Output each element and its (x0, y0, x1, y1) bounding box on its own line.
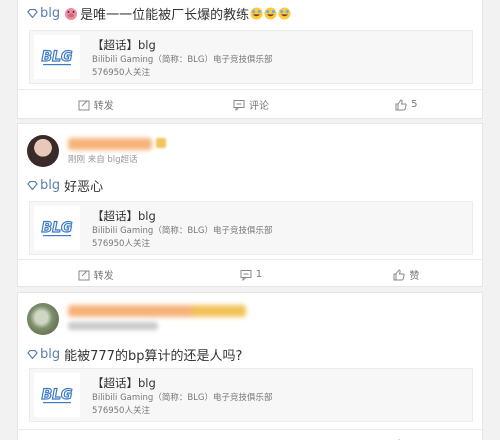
post-body: 是唯一一位能被厂长爆的教练 (80, 8, 250, 23)
avatar[interactable] (27, 303, 59, 335)
action-bar: 转发 评论 赞 (18, 429, 484, 440)
topic-card[interactable]: BLG 【超话】blg Bilibili Gaming（简称：BLG）电子竞技俱… (29, 30, 473, 84)
like-icon (393, 268, 405, 280)
laugh-cry-icon (264, 7, 277, 20)
post-text: blg 能被777的bp算计的还是人吗? (27, 345, 242, 364)
topic-followers: 576950人关注 (92, 68, 150, 78)
username[interactable] (68, 305, 246, 317)
repost-icon (78, 100, 90, 110)
repost-icon (78, 270, 90, 280)
like-button[interactable]: 5 (329, 90, 484, 119)
blg-logo: BLG (34, 35, 80, 79)
topic-tag[interactable]: blg (27, 347, 60, 362)
like-icon (395, 98, 407, 110)
blg-logo: BLG (34, 206, 80, 250)
laugh-cry-icon (250, 7, 263, 20)
comment-icon (240, 269, 252, 281)
like-button[interactable]: 赞 (329, 430, 484, 440)
laugh-cry-icon (278, 7, 291, 20)
topic-title: 【超话】blg (92, 209, 156, 223)
pig-face-icon (65, 8, 78, 20)
topic-followers: 576950人关注 (92, 239, 150, 249)
topic-card[interactable]: BLG 【超话】blg Bilibili Gaming（简称：BLG）电子竞技俱… (29, 201, 473, 255)
repost-button[interactable]: 转发 (18, 90, 173, 119)
post-text: blg 好恶心 (27, 176, 103, 195)
topic-tag[interactable]: blg (27, 178, 60, 193)
comment-button[interactable]: 评论 (173, 430, 328, 440)
repost-button[interactable]: 转发 (18, 260, 173, 289)
topic-title: 【超话】blg (92, 376, 156, 390)
comment-button[interactable]: 1 (173, 260, 328, 289)
post-meta (68, 322, 158, 330)
topic-card[interactable]: BLG 【超话】blg Bilibili Gaming（简称：BLG）电子竞技俱… (29, 368, 473, 422)
topic-tag[interactable]: blg (27, 6, 60, 21)
diamond-icon (27, 350, 38, 359)
post-body: 能被777的bp算计的还是人吗? (64, 349, 243, 364)
topic-desc: Bilibili Gaming（简称：BLG）电子竞技俱乐部 (92, 393, 273, 403)
blg-logo: BLG (34, 373, 80, 417)
svg-text:BLG: BLG (41, 49, 72, 65)
post-card-2: 刚刚 来自 blg超话 blg 好恶心 BLG 【超话】blg Bilibili… (17, 123, 484, 289)
avatar[interactable] (27, 135, 59, 167)
svg-text:BLG: BLG (41, 220, 72, 236)
post-meta: 刚刚 来自 blg超话 (68, 155, 138, 165)
diamond-icon (27, 181, 38, 190)
repost-button[interactable]: 转发 (18, 430, 173, 440)
user-badge (156, 138, 166, 148)
diamond-icon (27, 9, 38, 18)
action-bar: 转发 评论 5 (18, 89, 484, 119)
post-card-1: blg 是唯一一位能被厂长爆的教练 BLG 【超话】blg Bilibili G… (17, 0, 484, 119)
action-bar: 转发 1 赞 (18, 259, 484, 289)
comment-button[interactable]: 评论 (173, 90, 328, 119)
svg-text:BLG: BLG (41, 387, 72, 403)
comment-icon (233, 99, 245, 111)
topic-desc: Bilibili Gaming（简称：BLG）电子竞技俱乐部 (92, 55, 273, 65)
topic-followers: 576950人关注 (92, 406, 150, 416)
like-button[interactable]: 赞 (329, 260, 484, 289)
username[interactable] (68, 138, 152, 150)
post-card-3: blg 能被777的bp算计的还是人吗? BLG 【超话】blg Bilibil… (17, 292, 484, 440)
topic-desc: Bilibili Gaming（简称：BLG）电子竞技俱乐部 (92, 226, 273, 236)
topic-title: 【超话】blg (92, 38, 156, 52)
post-text: blg 是唯一一位能被厂长爆的教练 (27, 4, 291, 23)
post-body: 好恶心 (64, 180, 104, 195)
